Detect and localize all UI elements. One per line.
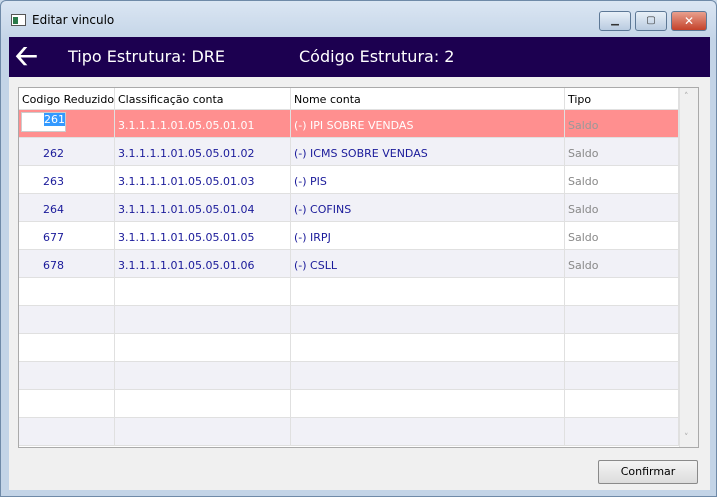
cell-tipo[interactable]	[565, 390, 679, 417]
window: Editar vinculo ▁ ▢ ✕ 🡠 Tipo Estrutura: D…	[0, 0, 717, 497]
cell-codigo[interactable]	[19, 362, 115, 389]
cell-tipo[interactable]: Saldo	[565, 250, 679, 277]
cell-classificacao[interactable]: 3.1.1.1.1.01.05.05.01.01	[115, 110, 291, 137]
cell-codigo[interactable]: 263	[19, 166, 115, 193]
cell-codigo[interactable]	[19, 278, 115, 305]
cell-nome[interactable]	[291, 390, 565, 417]
cell-nome[interactable]: (-) IPI SOBRE VENDAS	[291, 110, 565, 137]
cell-codigo[interactable]	[19, 418, 115, 445]
cell-codigo[interactable]: 262	[19, 138, 115, 165]
cell-codigo[interactable]: 677	[19, 222, 115, 249]
empty-row	[19, 334, 679, 362]
cell-tipo[interactable]: Saldo	[565, 110, 679, 137]
cell-tipo[interactable]: Saldo	[565, 138, 679, 165]
cell-nome[interactable]: (-) PIS	[291, 166, 565, 193]
vertical-scrollbar[interactable]: ˄ ˅	[679, 88, 698, 447]
codigo-estrutura: Código Estrutura: 2	[299, 47, 455, 66]
window-title: Editar vinculo	[32, 13, 115, 27]
cell-nome[interactable]	[291, 418, 565, 445]
cell-codigo[interactable]	[19, 390, 115, 417]
column-header-nome[interactable]: Nome conta	[291, 88, 565, 109]
tipo-estrutura: Tipo Estrutura: DRE	[68, 47, 226, 66]
minimize-button[interactable]: ▁	[599, 11, 631, 31]
cell-nome[interactable]	[291, 306, 565, 333]
cell-tipo[interactable]: Saldo	[565, 166, 679, 193]
cell-codigo[interactable]: 678	[19, 250, 115, 277]
confirmar-button[interactable]: Confirmar	[598, 460, 698, 484]
column-header-codigo[interactable]: Codigo Reduzido	[19, 88, 115, 109]
column-header-tipo[interactable]: Tipo	[565, 88, 679, 109]
cell-codigo[interactable]	[19, 334, 115, 361]
back-arrow-icon[interactable]: 🡠	[15, 41, 38, 71]
table-row[interactable]: 261 3.1.1.1.1.01.05.05.01.01 (-) IPI SOBRE…	[19, 110, 679, 138]
cell-classificacao[interactable]	[115, 362, 291, 389]
table-row[interactable]: 263 3.1.1.1.1.01.05.05.01.03 (-) PIS Saldo	[19, 166, 679, 194]
cell-nome[interactable]	[291, 362, 565, 389]
close-button[interactable]: ✕	[671, 11, 707, 31]
cell-classificacao[interactable]	[115, 306, 291, 333]
title-bar: Editar vinculo ▁ ▢ ✕	[1, 1, 716, 37]
cell-nome[interactable]	[291, 334, 565, 361]
empty-row	[19, 390, 679, 418]
table-row[interactable]: 262 3.1.1.1.1.01.05.05.01.02 (-) ICMS SOBR…	[19, 138, 679, 166]
empty-row	[19, 362, 679, 390]
accounts-grid: Codigo Reduzido Classificação conta Nome…	[18, 87, 699, 448]
cell-classificacao[interactable]	[115, 390, 291, 417]
header-bar: 🡠 Tipo Estrutura: DRE Código Estrutura: …	[9, 37, 710, 77]
empty-row	[19, 418, 679, 446]
cell-codigo[interactable]: 261	[19, 110, 115, 137]
cell-tipo[interactable]: Saldo	[565, 194, 679, 221]
scroll-up-icon[interactable]: ˄	[684, 92, 689, 102]
grid-header: Codigo Reduzido Classificação conta Nome…	[19, 88, 679, 110]
cell-tipo[interactable]	[565, 362, 679, 389]
table-row[interactable]: 264 3.1.1.1.1.01.05.05.01.04 (-) COFINS Sal…	[19, 194, 679, 222]
cell-nome[interactable]: (-) ICMS SOBRE VENDAS	[291, 138, 565, 165]
cell-classificacao[interactable]: 3.1.1.1.1.01.05.05.01.06	[115, 250, 291, 277]
codigo-edit-input[interactable]: 261	[21, 112, 66, 132]
cell-tipo[interactable]	[565, 334, 679, 361]
cell-classificacao[interactable]	[115, 278, 291, 305]
maximize-button[interactable]: ▢	[635, 11, 667, 31]
cell-tipo[interactable]	[565, 418, 679, 445]
cell-nome[interactable]: (-) CSLL	[291, 250, 565, 277]
cell-nome[interactable]: (-) COFINS	[291, 194, 565, 221]
cell-codigo[interactable]	[19, 306, 115, 333]
codigo-selected-text: 261	[44, 113, 65, 126]
cell-classificacao[interactable]: 3.1.1.1.1.01.05.05.01.05	[115, 222, 291, 249]
cell-classificacao[interactable]: 3.1.1.1.1.01.05.05.01.04	[115, 194, 291, 221]
scroll-down-icon[interactable]: ˅	[684, 433, 689, 443]
table-row[interactable]: 678 3.1.1.1.1.01.05.05.01.06 (-) CSLL Saldo	[19, 250, 679, 278]
cell-tipo[interactable]: Saldo	[565, 222, 679, 249]
cell-tipo[interactable]	[565, 306, 679, 333]
app-icon	[11, 14, 26, 26]
cell-classificacao[interactable]	[115, 334, 291, 361]
cell-tipo[interactable]	[565, 278, 679, 305]
cell-codigo[interactable]: 264	[19, 194, 115, 221]
client-area: 🡠 Tipo Estrutura: DRE Código Estrutura: …	[9, 37, 710, 490]
cell-nome[interactable]	[291, 278, 565, 305]
empty-row	[19, 278, 679, 306]
cell-nome[interactable]: (-) IRPJ	[291, 222, 565, 249]
cell-classificacao[interactable]	[115, 418, 291, 445]
column-header-classificacao[interactable]: Classificação conta	[115, 88, 291, 109]
cell-classificacao[interactable]: 3.1.1.1.1.01.05.05.01.03	[115, 166, 291, 193]
empty-row	[19, 306, 679, 334]
table-row[interactable]: 677 3.1.1.1.1.01.05.05.01.05 (-) IRPJ Saldo	[19, 222, 679, 250]
cell-classificacao[interactable]: 3.1.1.1.1.01.05.05.01.02	[115, 138, 291, 165]
